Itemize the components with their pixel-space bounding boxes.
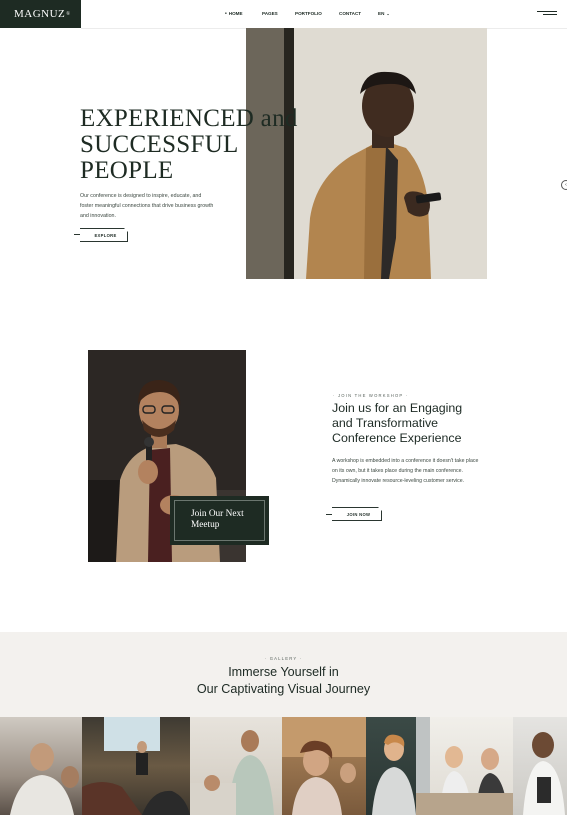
join-now-button-label: JOIN NOW bbox=[346, 511, 371, 517]
slider-arrow-icon[interactable]: ‹ bbox=[561, 180, 567, 190]
gallery-image[interactable] bbox=[416, 717, 513, 815]
nav-home-label: HOME bbox=[228, 11, 243, 16]
logo-registered-mark: ® bbox=[66, 11, 71, 17]
language-label: EN bbox=[378, 11, 385, 16]
gallery-image[interactable] bbox=[366, 717, 416, 815]
workshop-eyebrow: · JOIN THE WORKSHOP · bbox=[333, 393, 408, 398]
gallery-image-strip bbox=[0, 717, 567, 815]
gallery-image[interactable] bbox=[82, 717, 190, 815]
explore-button[interactable]: EXPLORE bbox=[80, 228, 128, 242]
chevron-down-icon: ⌄ bbox=[386, 11, 390, 16]
gallery-title-line2: Our Captivating Visual Journey bbox=[196, 681, 371, 696]
gallery-eyebrow: · GALLERY · bbox=[0, 656, 567, 661]
gallery-eyebrow-label: GALLERY bbox=[269, 656, 298, 661]
meetup-card-line1: Join Our Next bbox=[191, 509, 244, 519]
hero-title-line3: PEOPLE bbox=[80, 157, 174, 184]
nav-contact-label: CONTACT bbox=[339, 11, 362, 16]
gallery-image[interactable] bbox=[0, 717, 82, 815]
meetup-card-line2: Meetup bbox=[191, 520, 220, 530]
gallery-image[interactable] bbox=[190, 717, 282, 815]
gallery-title-line1: Immerse Yourself in bbox=[228, 665, 339, 679]
join-meetup-card[interactable]: Join Our Next Meetup bbox=[170, 496, 269, 545]
gallery-image[interactable] bbox=[513, 717, 567, 815]
workshop-description: A workshop is embedded into a conference… bbox=[332, 458, 479, 484]
eyebrow-dot-right: · bbox=[403, 393, 409, 398]
hero-title: EXPERIENCED and SUCCESSFUL PEOPLE bbox=[80, 106, 298, 184]
workshop-title: Join us for an Engaging and Transformati… bbox=[332, 401, 463, 446]
hero-title-line2: SUCCESSFUL bbox=[80, 131, 239, 158]
workshop-eyebrow-label: JOIN THE WORKSHOP bbox=[337, 393, 404, 398]
nav-pages-label: PAGES bbox=[262, 11, 278, 16]
nav-contact[interactable]: CONTACT bbox=[339, 11, 361, 16]
active-dot-icon: • bbox=[225, 11, 227, 17]
hero-title-line1: EXPERIENCED and bbox=[80, 105, 298, 132]
explore-button-label: EXPLORE bbox=[94, 232, 117, 238]
gallery-image[interactable] bbox=[282, 717, 366, 815]
hamburger-icon[interactable] bbox=[537, 11, 557, 17]
gallery-eyebrow-dot-right: · bbox=[297, 656, 303, 661]
join-now-button[interactable]: JOIN NOW bbox=[332, 507, 382, 521]
nav-home[interactable]: • HOME bbox=[225, 11, 243, 17]
hero-description: Our conference is designed to inspire, e… bbox=[80, 193, 214, 219]
language-select[interactable]: EN ⌄ bbox=[378, 11, 390, 16]
nav-pages[interactable]: PAGES bbox=[262, 11, 278, 16]
nav-portfolio[interactable]: PORTFOLIO bbox=[295, 11, 322, 16]
nav-portfolio-label: PORTFOLIO bbox=[295, 11, 322, 16]
logo-text: MAGNUZ bbox=[14, 8, 66, 20]
logo[interactable]: MAGNUZ ® bbox=[0, 0, 81, 28]
gallery-title: Immerse Yourself in Our Captivating Visu… bbox=[0, 664, 567, 697]
